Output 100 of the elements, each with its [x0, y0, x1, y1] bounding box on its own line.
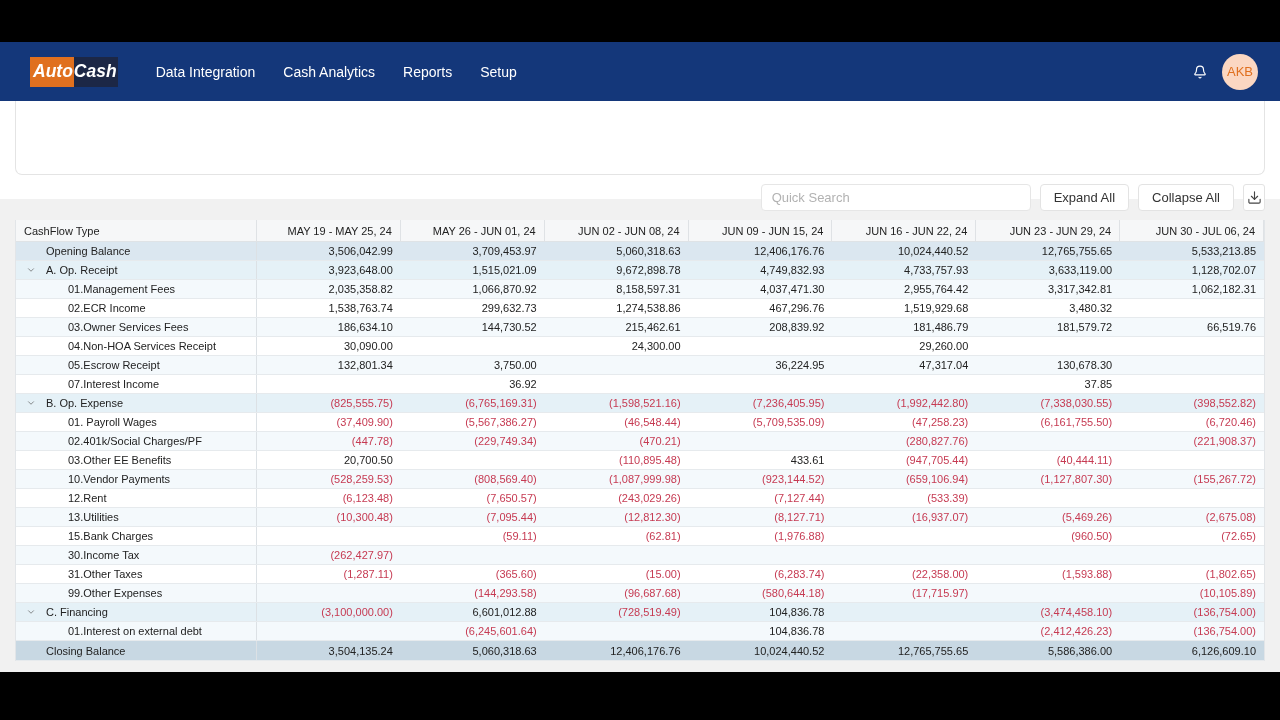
row-label: 30.Income Tax — [68, 549, 140, 561]
row-label: 07.Interest Income — [68, 378, 160, 390]
table-cell-text: 5,060,318.63 — [471, 644, 538, 657]
table-cell-text: 12,406,176.76 — [609, 644, 682, 657]
row-label: 31.Other Taxes — [68, 568, 143, 580]
table-cell-text: 20,700.50 — [342, 454, 394, 466]
chevron-down-icon[interactable] — [26, 607, 36, 617]
table-cell-text: 104,836.78 — [768, 606, 826, 618]
table-cell-text: (5,709,535.09) — [751, 416, 826, 428]
column-header[interactable]: JUN 16 - JUN 22, 24 — [832, 220, 977, 241]
table-cell-text: (365.60) — [494, 568, 538, 580]
table-cell-text: 8,158,597.31 — [615, 283, 682, 295]
table-cell-text: 6,601,012.88 — [471, 606, 538, 618]
table-cell-text: (144,293.58) — [473, 587, 538, 599]
row-label: 05.Escrow Receipt — [68, 359, 160, 371]
table-cell-text: 5,060,318.63 — [615, 245, 682, 257]
table-cell-text: (22,358.00) — [911, 568, 970, 580]
table-cell-text: (16,937.07) — [911, 511, 970, 523]
toolbar-button[interactable]: Expand All — [1039, 184, 1130, 211]
table-cell-text: 186,634.10 — [336, 321, 394, 333]
column-header[interactable]: MAY 26 - JUN 01, 24 — [400, 220, 545, 241]
table-cell-text: (280,827.76) — [904, 435, 970, 447]
table-cell-text: 9,672,898.78 — [615, 264, 682, 276]
table-cell-text: 3,317,342.81 — [1046, 283, 1114, 295]
table-cell-text: 104,836.78 — [768, 625, 826, 637]
table-cell-text: (580,644.18) — [761, 587, 826, 599]
row-label: 12.Rent — [68, 492, 107, 504]
table-cell-text: (728,519.49) — [617, 606, 682, 618]
table-cell-text: 66,519.76 — [1206, 321, 1257, 333]
table-cell-text: (110,895.48) — [618, 454, 682, 466]
row-label: 03.Owner Services Fees — [68, 321, 189, 333]
table-cell-text: 3,923,648.00 — [327, 264, 394, 276]
row-label: Opening Balance — [46, 245, 131, 257]
column-header[interactable]: JUN 23 - JUN 29, 24 — [976, 220, 1121, 241]
row-label: 99.Other Expenses — [68, 587, 163, 599]
table-cell-text: (447.78) — [350, 435, 394, 447]
row-label: B. Op. Expense — [46, 397, 124, 409]
column-header[interactable]: MAY 19 - MAY 25, 24 — [257, 220, 401, 241]
table-cell-text: (5,469.26) — [1061, 511, 1114, 523]
column-header[interactable]: JUN 30 - JUL 06, 24 — [1120, 220, 1264, 241]
table-cell-text: 3,480.32 — [1068, 302, 1114, 314]
table-cell-text: (947,705.44) — [904, 454, 970, 466]
chevron-down-icon[interactable] — [26, 265, 36, 275]
table-cell-text: 24,300.00 — [630, 340, 682, 352]
table-cell-text: (1,598,521.16) — [608, 397, 682, 409]
row-label: 01. Payroll Wages — [68, 416, 157, 428]
table-cell-text: 3,633,119.00 — [1047, 264, 1114, 276]
nav-link[interactable]: Cash Analytics — [283, 63, 376, 80]
notification-bell-icon[interactable] — [1193, 64, 1207, 79]
table-cell-text: 3,750.00 — [492, 359, 538, 371]
table-cell-text: (808,569.40) — [473, 473, 538, 485]
column-header[interactable]: JUN 02 - JUN 08, 24 — [544, 220, 689, 241]
table-cell-text: (72.65) — [1220, 530, 1257, 542]
table-cell-text: 12,406,176.76 — [753, 245, 826, 257]
table-cell-text: (1,087,999.98) — [608, 473, 682, 485]
table-cell-text: (6,123.48) — [341, 492, 394, 504]
row-label: 13.Utilities — [68, 511, 119, 523]
table-cell-text: 1,519,929.68 — [903, 302, 970, 314]
nav-link[interactable]: Reports — [403, 63, 453, 80]
table-cell-text: (960.50) — [1070, 530, 1114, 542]
table-cell-text: (1,287.11) — [342, 568, 394, 580]
download-button[interactable] — [1243, 184, 1265, 211]
table-cell-text: 3,504,135.24 — [327, 644, 394, 657]
table-cell-text: (923,144.52) — [761, 473, 826, 485]
table-cell-text: 1,515,021.09 — [471, 264, 538, 276]
table-cell-text: 4,733,757.93 — [903, 264, 970, 276]
table-cell-text: (825,555.75) — [329, 397, 394, 409]
row-label: 04.Non-HOA Services Receipt — [68, 340, 216, 352]
table-cell-text: (528,259.53) — [329, 473, 394, 485]
table-cell-text: (6,161,755.50) — [1039, 416, 1114, 428]
chevron-down-icon[interactable] — [26, 398, 36, 408]
row-label: 01.Management Fees — [68, 283, 175, 295]
table-cell-text: (470.21) — [638, 435, 682, 447]
search-field[interactable]: Quick Search — [760, 184, 1031, 211]
nav-link[interactable]: Data Integration — [155, 63, 256, 80]
column-header[interactable]: CashFlow Type — [16, 220, 257, 241]
table-cell-text: 130,678.30 — [1056, 359, 1114, 371]
table-cell-text: 30,090.00 — [342, 340, 394, 352]
table-cell-text: (59.11) — [501, 530, 538, 542]
table-cell-text: (1,802.65) — [1204, 568, 1257, 580]
table-cell-text: 10,024,440.52 — [896, 245, 970, 257]
table-cell-text: (7,095.44) — [485, 511, 538, 523]
row-label: 01.Interest on external debt — [68, 625, 202, 637]
table-cell-text: (10,300.48) — [335, 511, 394, 523]
column-header[interactable]: JUN 09 - JUN 15, 24 — [688, 220, 833, 241]
table-cell-text: (47,258.23) — [911, 416, 970, 428]
table-cell-text: (40,444.11) — [1055, 454, 1114, 466]
table-cell-text: 47,317.04 — [918, 359, 970, 371]
row-label: 03.Other EE Benefits — [68, 454, 172, 466]
table-cell-text: (229,749.34) — [473, 435, 538, 447]
table-cell-text: (17,715.97) — [911, 587, 970, 599]
row-label: Closing Balance — [46, 644, 126, 657]
table-cell-text: (3,100,000.00) — [320, 606, 394, 618]
table-cell-text: (7,236,405.95) — [751, 397, 826, 409]
table-cell-text: 433.61 — [789, 454, 826, 466]
download-icon — [1246, 190, 1262, 205]
toolbar-button[interactable]: Collapse All — [1138, 184, 1234, 211]
table-cell-text: 181,486.79 — [912, 321, 970, 333]
table-cell-text: (7,650.57) — [485, 492, 538, 504]
nav-link[interactable]: Setup — [480, 63, 517, 80]
